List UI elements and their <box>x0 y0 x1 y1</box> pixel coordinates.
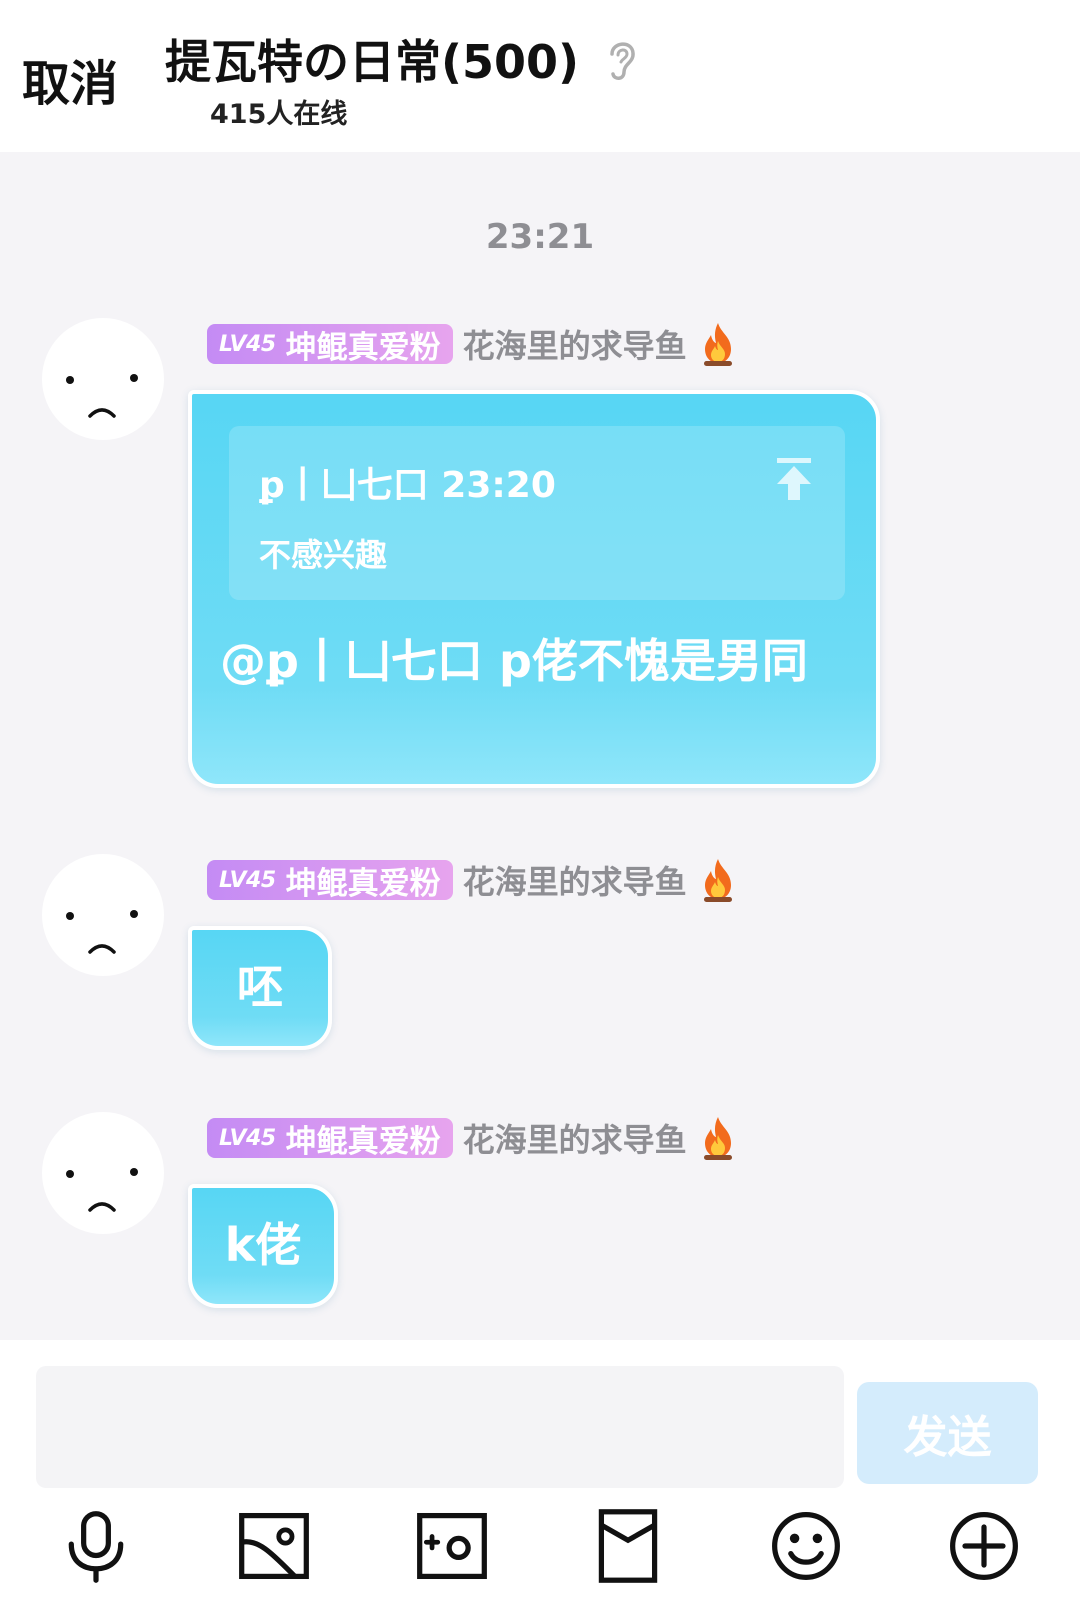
quoted-message[interactable]: ꝑ丨凵七口 23:20 不感兴趣 <box>229 426 845 600</box>
online-count: 415人在线 <box>210 99 348 130</box>
message-bubble[interactable]: ꝑ丨凵七口 23:20 不感兴趣 @ꝑ丨凵七口 p佬不愧是男同 <box>188 390 880 788</box>
jump-to-quote-icon[interactable] <box>773 456 815 502</box>
image-icon[interactable] <box>234 1506 314 1586</box>
level-label: LV45 <box>219 867 276 893</box>
input-toolbar <box>0 1506 1080 1592</box>
message-input[interactable] <box>36 1366 844 1488</box>
message-text: k佬 <box>224 1218 302 1272</box>
fire-icon <box>703 323 732 366</box>
fan-badge[interactable]: LV45 坤鲲真爱粉 <box>207 860 453 902</box>
message-text: @ꝑ丨凵七口 p佬不愧是男同 <box>220 634 808 688</box>
badge-label: 坤鲲真爱粉 <box>285 1123 441 1160</box>
send-button[interactable]: 发送 <box>857 1382 1038 1484</box>
message-bubble[interactable]: k佬 <box>188 1184 338 1308</box>
level-label: LV45 <box>219 331 276 357</box>
red-packet-icon[interactable] <box>588 1506 668 1586</box>
emoji-icon[interactable] <box>766 1506 846 1586</box>
group-title: 提瓦特の日常(500) <box>165 35 580 89</box>
ear-icon[interactable] <box>602 34 642 84</box>
badge-label: 坤鲲真爱粉 <box>285 865 441 902</box>
sender-nickname[interactable]: 花海里的求导鱼 <box>463 321 687 367</box>
message-text: 呸 <box>237 960 283 1014</box>
fan-badge[interactable]: LV45 坤鲲真爱粉 <box>207 1118 453 1160</box>
quote-text: 不感兴趣 <box>259 536 388 574</box>
message-bubble[interactable]: 呸 <box>188 926 332 1050</box>
message-timestamp: 23:21 <box>485 217 595 257</box>
title-area: 提瓦特の日常(500) <box>165 26 642 92</box>
fire-icon <box>703 859 732 902</box>
quote-author-time: ꝑ丨凵七口 23:20 <box>259 465 556 506</box>
level-label: LV45 <box>219 1125 276 1151</box>
microphone-icon[interactable] <box>56 1506 136 1586</box>
sender-line: LV45 坤鲲真爱粉 花海里的求导鱼 <box>207 858 737 902</box>
fan-badge[interactable]: LV45 坤鲲真爱粉 <box>207 324 453 366</box>
avatar[interactable] <box>42 1112 164 1234</box>
badge-label: 坤鲲真爱粉 <box>285 329 441 366</box>
camera-icon[interactable] <box>412 1506 492 1586</box>
sender-line: LV45 坤鲲真爱粉 花海里的求导鱼 <box>207 322 737 366</box>
chat-header: 取消 提瓦特の日常(500) 415人在线 <box>0 0 1080 152</box>
input-bar: 发送 <box>0 1340 1080 1610</box>
avatar[interactable] <box>42 854 164 976</box>
sender-line: LV45 坤鲲真爱粉 花海里的求导鱼 <box>207 1116 737 1160</box>
avatar[interactable] <box>42 318 164 440</box>
sender-nickname[interactable]: 花海里的求导鱼 <box>463 857 687 903</box>
cancel-button[interactable]: 取消 <box>22 44 118 114</box>
plus-icon[interactable] <box>944 1506 1024 1586</box>
sender-nickname[interactable]: 花海里的求导鱼 <box>463 1115 687 1161</box>
fire-icon <box>703 1117 732 1160</box>
